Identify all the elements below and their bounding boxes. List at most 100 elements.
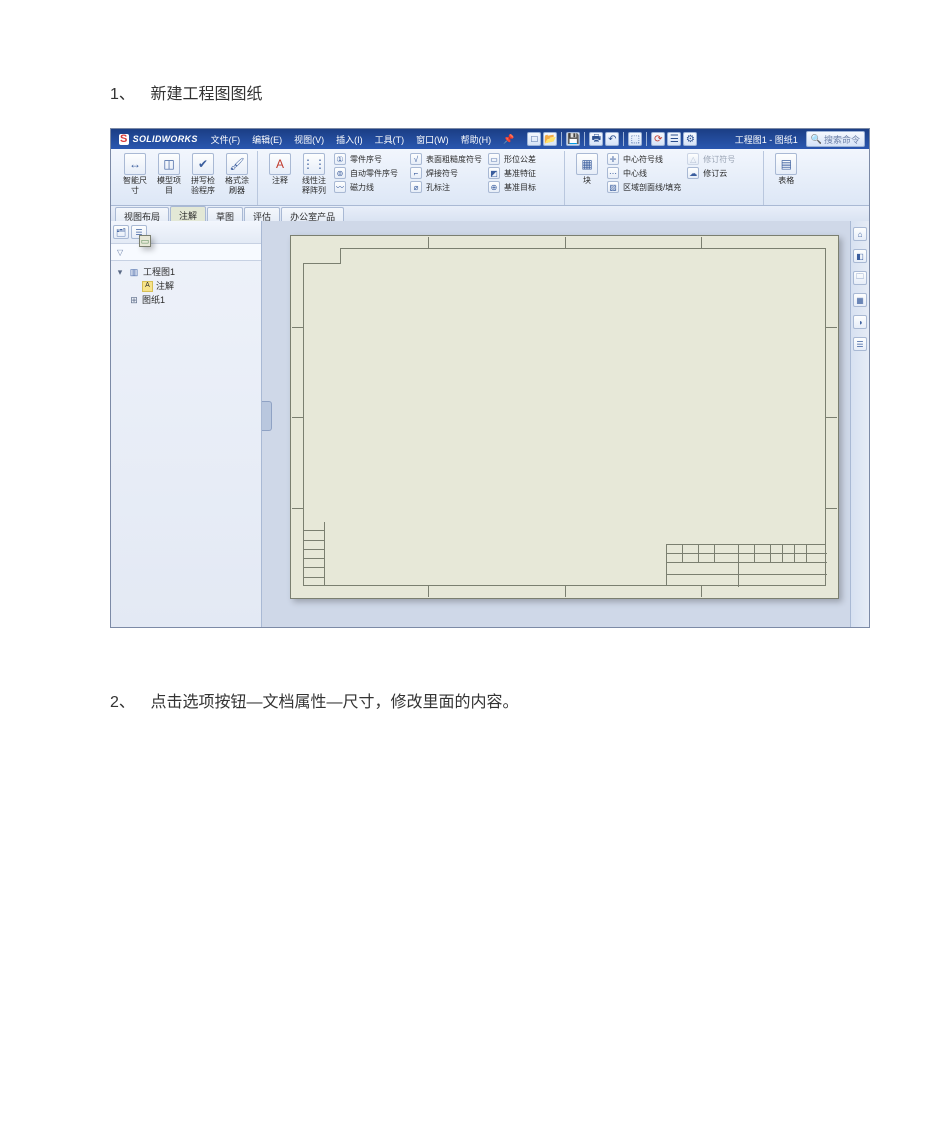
- workspace: 🗂 ☰ ▽ ▾ ▥ 工程图1 A 注解: [111, 221, 869, 627]
- sheet-icon: ▭: [139, 235, 151, 247]
- magnetic-line-button[interactable]: 〰 磁力线: [334, 181, 404, 193]
- zone-mark: [565, 237, 566, 248]
- linear-note-pattern-button[interactable]: ⋮⋮ 线性注 释阵列: [300, 153, 328, 195]
- zone-mark: [565, 586, 566, 597]
- menu-help[interactable]: 帮助(H): [456, 131, 497, 148]
- surface-finish-button[interactable]: √ 表面粗糙度符号: [410, 153, 482, 165]
- zone-mark: [826, 508, 837, 509]
- rebuild-icon[interactable]: ⟳: [651, 132, 665, 146]
- toolbar-separator: [584, 132, 585, 146]
- step-2-text: 点击选项按钮—文档属性—尺寸，修改里面的内容。: [150, 694, 518, 711]
- app-name: SOLIDWORKS: [133, 134, 198, 144]
- view-palette-tab-icon[interactable]: ▦: [853, 293, 867, 307]
- step-1: 1、 新建工程图图纸: [110, 80, 835, 104]
- centerline-button[interactable]: ⋯ 中心线: [607, 167, 681, 179]
- revision-symbol-button[interactable]: △ 修订符号: [687, 153, 757, 165]
- quick-access-toolbar: □ 📂 💾 🖶 ↶ ⬚ ⟳ ☰ ⚙: [527, 132, 697, 146]
- ribbon: ↔ 智能尺 寸 ◫ 模型项 目 ✔ 拼写检 验程序 🖌 格式涂 刷器: [111, 149, 869, 206]
- area-hatch-button[interactable]: ▨ 区域剖面线/填充: [607, 181, 681, 193]
- logo-mark-icon: S: [119, 134, 129, 145]
- center-mark-icon: ✛: [607, 153, 619, 165]
- tree-sheet[interactable]: ⊞ ▭ 图纸1: [115, 293, 257, 307]
- panel-collapse-handle[interactable]: [262, 401, 272, 431]
- custom-props-tab-icon[interactable]: ☰: [853, 337, 867, 351]
- model-items-icon: ◫: [158, 153, 180, 175]
- search-placeholder: 搜索命令: [824, 133, 860, 146]
- resources-tab-icon[interactable]: ⌂: [853, 227, 867, 241]
- settings-icon[interactable]: ⚙: [683, 132, 697, 146]
- feature-tree-tab-icon[interactable]: 🗂: [113, 225, 129, 239]
- revision-cloud-button[interactable]: ☁ 修订云: [687, 167, 757, 179]
- select-icon[interactable]: ⬚: [628, 132, 642, 146]
- appearances-tab-icon[interactable]: ◑: [853, 315, 867, 329]
- spell-check-button[interactable]: ✔ 拼写检 验程序: [189, 153, 217, 195]
- search-box[interactable]: 🔍 搜索命令: [806, 131, 865, 147]
- ribbon-group-annotations: A 注释 ⋮⋮ 线性注 释阵列 ① 零件序号 ⊚ 自动零件序号: [260, 151, 565, 205]
- expand-icon[interactable]: ⊞: [129, 293, 139, 307]
- menu-file[interactable]: 文件(F): [206, 131, 246, 148]
- toolbar-separator: [646, 132, 647, 146]
- solidworks-window: S SOLIDWORKS 文件(F) 编辑(E) 视图(V) 插入(I) 工具(…: [110, 128, 870, 628]
- drawing-doc-icon: ▥: [128, 266, 140, 278]
- revision-block: [303, 522, 325, 586]
- menu-tools[interactable]: 工具(T): [370, 131, 410, 148]
- format-painter-button[interactable]: 🖌 格式涂 刷器: [223, 153, 251, 195]
- hole-callout-icon: ⌀: [410, 181, 422, 193]
- surface-finish-icon: √: [410, 153, 422, 165]
- feature-manager-panel: 🗂 ☰ ▽ ▾ ▥ 工程图1 A 注解: [111, 221, 262, 627]
- auto-balloon-icon: ⊚: [334, 167, 346, 179]
- tree-root[interactable]: ▾ ▥ 工程图1: [115, 265, 257, 279]
- datum-feature-button[interactable]: ◩ 基准特征: [488, 167, 558, 179]
- file-explorer-tab-icon[interactable]: 🗀: [853, 271, 867, 285]
- toolbar-separator: [623, 132, 624, 146]
- menu-pin-icon[interactable]: 📌: [498, 132, 519, 147]
- new-icon[interactable]: □: [527, 132, 541, 146]
- auto-balloon-button[interactable]: ⊚ 自动零件序号: [334, 167, 404, 179]
- search-icon: 🔍: [811, 134, 822, 145]
- drawing-sheet[interactable]: [290, 235, 839, 599]
- zone-mark: [292, 417, 303, 418]
- menu-insert[interactable]: 插入(I): [331, 131, 368, 148]
- tables-button[interactable]: ▤ 表格: [772, 153, 800, 185]
- toolbar-separator: [561, 132, 562, 146]
- datum-target-button[interactable]: ⊕ 基准目标: [488, 181, 558, 193]
- datum-feature-icon: ◩: [488, 167, 500, 179]
- drawing-canvas[interactable]: ⌂ ◧ 🗀 ▦ ◑ ☰: [262, 221, 869, 627]
- center-mark-button[interactable]: ✛ 中心符号线: [607, 153, 681, 165]
- window-title: 工程图1 - 图纸1: [735, 133, 798, 146]
- main-menus: 文件(F) 编辑(E) 视图(V) 插入(I) 工具(T) 窗口(W) 帮助(H…: [206, 131, 520, 148]
- save-icon[interactable]: 💾: [566, 132, 580, 146]
- centerline-icon: ⋯: [607, 167, 619, 179]
- undo-icon[interactable]: ↶: [605, 132, 619, 146]
- step-1-number: 1、: [110, 80, 146, 104]
- expand-icon[interactable]: ▾: [115, 265, 125, 279]
- open-icon[interactable]: 📂: [543, 132, 557, 146]
- spell-check-icon: ✔: [192, 153, 214, 175]
- blocks-button[interactable]: ▦ 块: [573, 153, 601, 185]
- step-2-number: 2、: [110, 688, 146, 712]
- geometric-tolerance-button[interactable]: ▭ 形位公差: [488, 153, 558, 165]
- balloon-button[interactable]: ① 零件序号: [334, 153, 404, 165]
- tree-annotations[interactable]: A 注解: [115, 279, 257, 293]
- menu-view[interactable]: 视图(V): [289, 131, 329, 148]
- menu-edit[interactable]: 编辑(E): [247, 131, 287, 148]
- options-icon[interactable]: ☰: [667, 132, 681, 146]
- model-items-button[interactable]: ◫ 模型项 目: [155, 153, 183, 195]
- design-library-tab-icon[interactable]: ◧: [853, 249, 867, 263]
- note-button[interactable]: A 注释: [266, 153, 294, 185]
- smart-dimension-button[interactable]: ↔ 智能尺 寸: [121, 153, 149, 195]
- step-2: 2、 点击选项按钮—文档属性—尺寸，修改里面的内容。: [110, 688, 835, 712]
- ribbon-group-dimensions: ↔ 智能尺 寸 ◫ 模型项 目 ✔ 拼写检 验程序 🖌 格式涂 刷器: [115, 151, 258, 205]
- sheet-frame: [303, 248, 826, 586]
- balloon-icon: ①: [334, 153, 346, 165]
- zone-mark: [826, 417, 837, 418]
- panel-tabs: 🗂 ☰: [111, 221, 261, 244]
- weld-symbol-button[interactable]: ⌐ 焊接符号: [410, 167, 482, 179]
- menu-window[interactable]: 窗口(W): [411, 131, 454, 148]
- tree-filter[interactable]: ▽: [111, 244, 261, 261]
- ribbon-group-tables: ▤ 表格: [766, 151, 806, 205]
- revision-symbol-icon: △: [687, 153, 699, 165]
- hole-callout-button[interactable]: ⌀ 孔标注: [410, 181, 482, 193]
- print-icon[interactable]: 🖶: [589, 132, 603, 146]
- app-logo: S SOLIDWORKS: [115, 134, 202, 145]
